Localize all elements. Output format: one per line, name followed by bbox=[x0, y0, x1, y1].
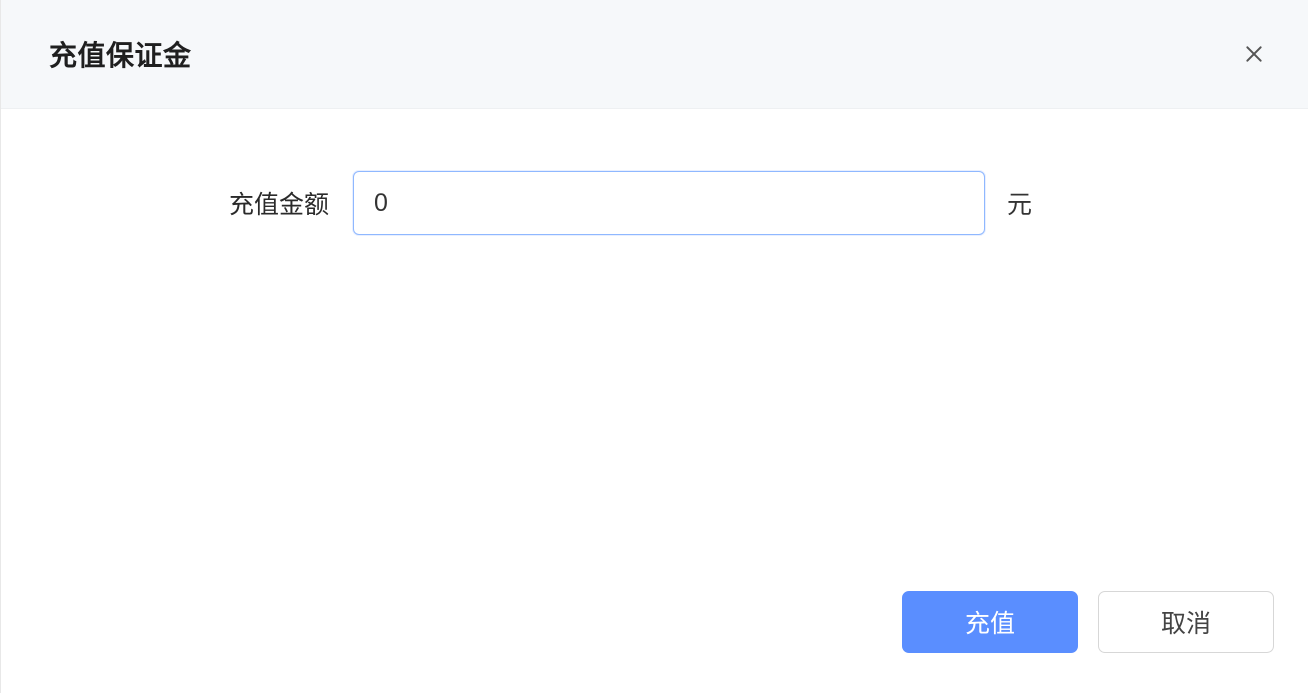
modal-title: 充值保证金 bbox=[49, 34, 192, 74]
recharge-deposit-modal: 充值保证金 充值金额 元 充值 取消 bbox=[0, 0, 1308, 693]
amount-input-wrap: 元 bbox=[353, 171, 1032, 235]
modal-body: 充值金额 元 bbox=[1, 109, 1308, 591]
amount-input[interactable] bbox=[353, 171, 985, 235]
amount-row: 充值金额 元 bbox=[49, 171, 1260, 235]
cancel-button[interactable]: 取消 bbox=[1098, 591, 1274, 653]
modal-footer: 充值 取消 bbox=[1, 591, 1308, 693]
confirm-button[interactable]: 充值 bbox=[902, 591, 1078, 653]
close-button[interactable] bbox=[1240, 40, 1268, 68]
modal-header: 充值保证金 bbox=[1, 0, 1308, 109]
amount-label: 充值金额 bbox=[49, 185, 329, 221]
amount-unit: 元 bbox=[1007, 185, 1032, 221]
close-icon bbox=[1244, 44, 1264, 64]
